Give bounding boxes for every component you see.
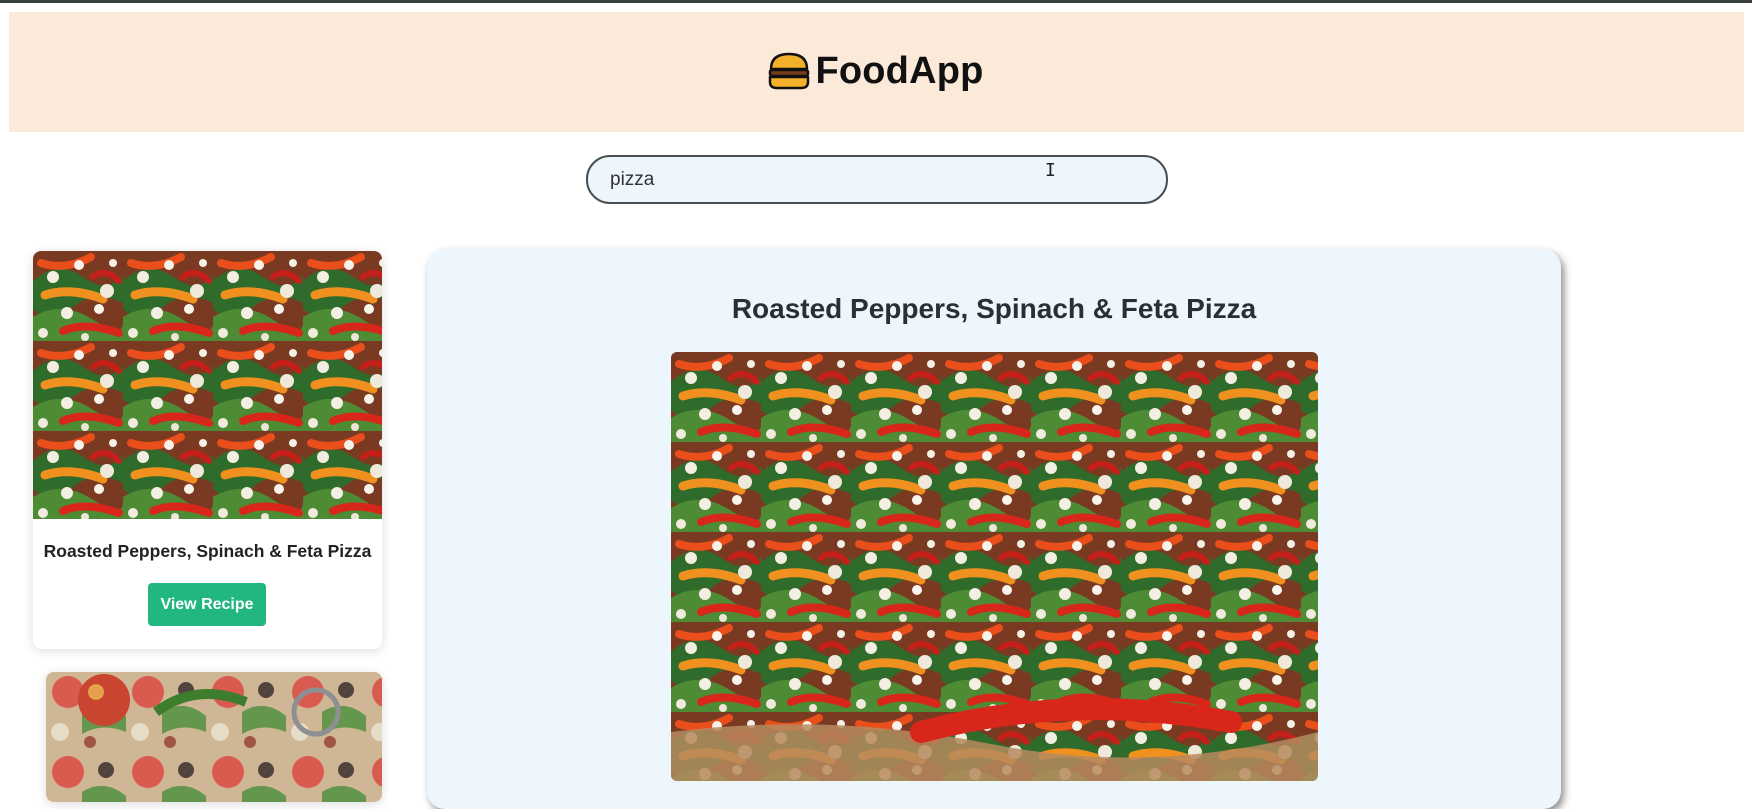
recipe-image[interactable] [33,251,382,519]
recipe-detail-image [671,352,1318,781]
hamburger-icon [769,52,810,90]
recipe-detail-panel: Roasted Peppers, Spinach & Feta Pizza [427,249,1561,809]
recipe-card-title: Roasted Peppers, Spinach & Feta Pizza [43,541,372,561]
recipe-card[interactable]: Roasted Peppers, Spinach & Feta Pizza Vi… [33,251,382,649]
app-header: FoodApp [9,12,1744,132]
app-title: FoodApp [815,49,984,92]
search-bar [586,155,1168,204]
view-recipe-button[interactable]: View Recipe [148,583,266,626]
recipe-card[interactable] [46,672,382,802]
recipe-detail-title: Roasted Peppers, Spinach & Feta Pizza [731,293,1257,324]
app-logo[interactable]: FoodApp [767,50,983,93]
text-cursor-icon: I [1045,160,1056,181]
recipe-image[interactable] [46,672,382,802]
window-top-border [0,0,1752,3]
search-input[interactable] [586,155,1168,204]
